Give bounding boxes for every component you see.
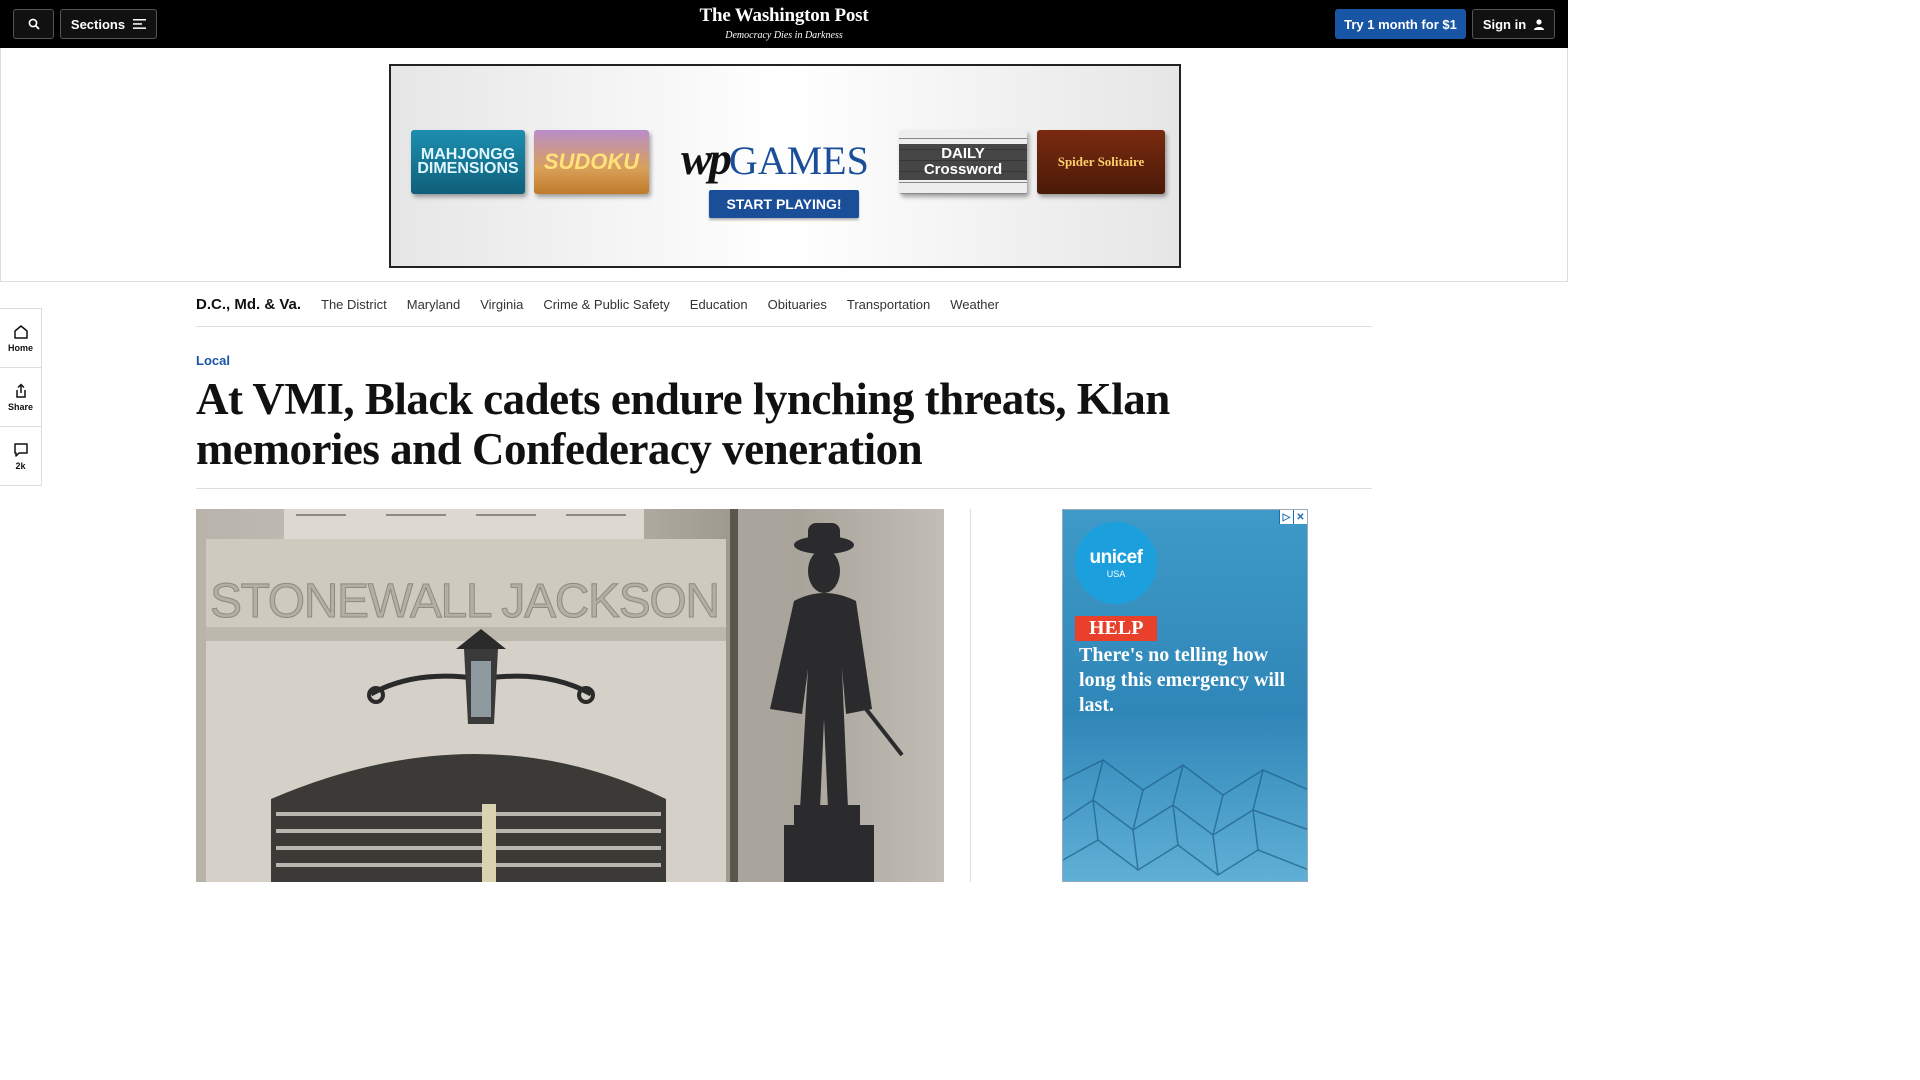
section-nav-item[interactable]: Obituaries [768, 297, 827, 312]
home-icon [13, 324, 28, 339]
ad-help-tag: HELP [1075, 616, 1158, 641]
brand-name: The Washington Post [699, 5, 869, 26]
wp-games-logo: wpGAMES [677, 132, 873, 185]
unicef-brand: unicef [1089, 547, 1143, 568]
ad-tile-mahjongg[interactable]: MAHJONGG DIMENSIONS [411, 130, 525, 194]
section-nav-item[interactable]: Transportation [847, 297, 930, 312]
ad-tile-crossword-label: DAILY Crossword [899, 144, 1027, 180]
search-icon [28, 18, 40, 30]
headline-divider [196, 488, 1372, 489]
section-nav-home[interactable]: D.C., Md. & Va. [196, 296, 301, 313]
section-nav-item[interactable]: Crime & Public Safety [543, 297, 669, 312]
menu-icon [133, 19, 147, 29]
brand-logo[interactable]: The Washington Post Democracy Dies in Da… [684, 5, 884, 41]
unicef-side-ad[interactable]: ▷ ✕ unicef USA HELP There's no telling h… [1062, 509, 1308, 882]
wp-logo-mark: wp [681, 133, 732, 184]
subscribe-trial-button[interactable]: Try 1 month for $1 [1335, 9, 1466, 39]
section-nav-item[interactable]: Education [690, 297, 748, 312]
top-bar: Sections The Washington Post Democracy D… [0, 0, 1568, 48]
article-kicker[interactable]: Local [196, 353, 230, 368]
ad-tile-sudoku[interactable]: SUDOKU [534, 130, 649, 194]
rail-comments-button[interactable]: 2k [0, 427, 41, 486]
sign-in-label: Sign in [1482, 16, 1527, 32]
sections-label: Sections [70, 16, 126, 32]
left-action-rail: Home Share 2k [0, 308, 42, 486]
section-nav-item[interactable]: Maryland [407, 297, 460, 312]
section-nav: D.C., Md. & Va. The District Maryland Vi… [196, 282, 1372, 327]
rail-comments-count: 2k [15, 461, 26, 471]
rail-home-button[interactable]: Home [0, 309, 41, 368]
comment-icon [13, 443, 28, 457]
wp-games-ad[interactable]: MAHJONGG DIMENSIONS SUDOKU wpGAMES START… [389, 64, 1181, 268]
section-nav-item[interactable]: Weather [950, 297, 999, 312]
ad-tile-crossword[interactable]: DAILY Crossword [899, 130, 1027, 194]
brand-tagline: Democracy Dies in Darkness [725, 30, 843, 41]
ad-background-graphic [1063, 759, 1307, 876]
rail-home-label: Home [7, 342, 33, 353]
sign-in-button[interactable]: Sign in [1472, 9, 1555, 39]
rail-share-label: Share [7, 401, 33, 412]
ad-tile-spider-solitaire[interactable]: Spider Solitaire [1037, 130, 1165, 194]
unicef-brand-sub: USA [1106, 569, 1126, 579]
article-lead-photo[interactable]: STONEWALL JACKSON [196, 509, 944, 882]
column-divider [970, 509, 971, 882]
top-ad-slot: MAHJONGG DIMENSIONS SUDOKU wpGAMES START… [0, 48, 1568, 282]
wp-logo-games: GAMES [728, 138, 869, 183]
share-icon [15, 382, 26, 398]
search-button[interactable] [13, 9, 54, 39]
user-icon [1534, 18, 1545, 30]
section-nav-item[interactable]: Virginia [480, 297, 523, 312]
section-nav-item[interactable]: The District [321, 297, 387, 312]
ad-copy: There's no telling how long this emergen… [1079, 644, 1286, 716]
sections-button[interactable]: Sections [60, 9, 157, 39]
article-headline: At VMI, Black cadets endure lynching thr… [196, 374, 1170, 474]
photo-illustration: STONEWALL JACKSON [206, 509, 904, 882]
ad-choices[interactable]: ▷ ✕ [1279, 510, 1307, 524]
ad-info-icon[interactable]: ▷ [1279, 510, 1293, 524]
rail-share-button[interactable]: Share [0, 368, 41, 427]
start-playing-button[interactable]: START PLAYING! [709, 190, 859, 218]
photo-inscription: STONEWALL JACKSON [210, 575, 720, 628]
unicef-logo: unicef USA [1075, 522, 1157, 604]
ad-close-icon[interactable]: ✕ [1293, 510, 1307, 524]
